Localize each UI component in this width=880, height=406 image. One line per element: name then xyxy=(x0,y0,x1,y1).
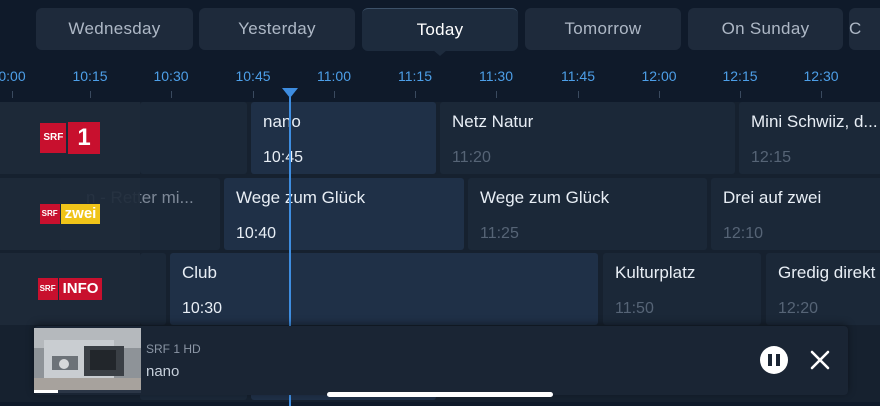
program-time: 11:25 xyxy=(480,225,519,242)
pause-button[interactable] xyxy=(760,346,788,374)
srf-logo-text: SRF xyxy=(37,278,58,300)
time-label: 0:00 xyxy=(0,68,26,84)
srfinfo-logo: SRF INFO xyxy=(37,278,103,300)
tab-wednesday[interactable]: Wednesday xyxy=(36,8,193,50)
srf-logo-text: SRF xyxy=(39,204,60,224)
zwei-logo-word: zwei xyxy=(60,204,101,224)
program-title: nano xyxy=(263,112,301,131)
program-cell-current[interactable]: nano 10:45 xyxy=(251,102,436,174)
pause-icon xyxy=(766,354,782,366)
time-label: 11:15 xyxy=(398,68,432,84)
srf-logo-numeral: 1 xyxy=(68,122,100,154)
tick xyxy=(659,91,660,98)
close-button[interactable] xyxy=(808,348,832,372)
srf1-logo: SRF 1 xyxy=(40,122,100,154)
tick xyxy=(578,91,579,98)
channel-logo-srfinfo[interactable]: SRF INFO xyxy=(0,253,140,325)
time-label: 11:00 xyxy=(317,68,351,84)
program-cell[interactable]: Netz Natur 11:20 xyxy=(440,102,735,174)
progress-fill xyxy=(34,390,58,393)
program-title: Netz Natur xyxy=(452,112,534,131)
program-time: 10:30 xyxy=(182,300,223,317)
tick xyxy=(171,91,172,98)
program-time: 12:15 xyxy=(751,149,792,166)
mini-player-title: nano xyxy=(146,363,180,380)
tick xyxy=(415,91,416,98)
srfzwei-logo: SRF zwei xyxy=(39,204,101,224)
program-title: Wege zum Glück xyxy=(236,188,366,207)
program-time: 11:20 xyxy=(452,149,491,166)
time-label: 12:30 xyxy=(803,68,839,84)
program-cell-current[interactable]: Club 10:30 xyxy=(170,253,598,325)
time-label: 12:15 xyxy=(722,68,758,84)
program-time: 12:20 xyxy=(778,300,819,317)
tab-today[interactable]: Today xyxy=(362,8,518,51)
mini-player-channel: SRF 1 HD xyxy=(146,342,201,356)
time-label: 12:00 xyxy=(641,68,677,84)
tick xyxy=(253,91,254,98)
program-cell[interactable]: Drei auf zwei 12:10 xyxy=(711,178,880,250)
close-icon xyxy=(810,350,830,370)
active-tab-indicator xyxy=(433,50,447,56)
srf-logo-text: SRF xyxy=(40,123,67,153)
tick xyxy=(334,91,335,98)
channel-logo-srf1[interactable]: SRF 1 xyxy=(0,102,140,174)
home-indicator xyxy=(327,392,553,397)
tick xyxy=(821,91,822,98)
program-cell[interactable]: Mini Schwiiz, d... 12:15 xyxy=(739,102,880,174)
program-cell[interactable]: Gredig direkt 12:20 xyxy=(766,253,880,325)
program-cell[interactable]: Kulturplatz 11:50 xyxy=(603,253,761,325)
channel-logo-srfzwei[interactable]: SRF zwei xyxy=(0,178,140,250)
tick xyxy=(496,91,497,98)
program-title: Mini Schwiiz, d... xyxy=(751,112,878,131)
tab-tomorrow[interactable]: Tomorrow xyxy=(525,8,681,50)
program-cell[interactable] xyxy=(140,102,247,174)
tab-yesterday[interactable]: Yesterday xyxy=(199,8,355,50)
program-title: Gredig direkt xyxy=(778,263,876,282)
tab-on-sunday[interactable]: On Sunday xyxy=(688,8,843,50)
program-time: 10:45 xyxy=(263,149,304,166)
time-label: 10:15 xyxy=(72,68,108,84)
time-label: 10:45 xyxy=(235,68,271,84)
tick xyxy=(740,91,741,98)
program-title: Drei auf zwei xyxy=(723,188,822,207)
info-logo-word: INFO xyxy=(58,278,103,300)
program-title: Club xyxy=(182,263,217,282)
video-thumbnail[interactable] xyxy=(34,328,141,393)
tick xyxy=(12,91,13,98)
program-time: 10:40 xyxy=(236,225,277,242)
mini-player[interactable]: SRF 1 HD nano xyxy=(34,326,848,395)
tick xyxy=(90,91,91,98)
program-title: Wege zum Glück xyxy=(480,188,610,207)
time-label: 11:30 xyxy=(479,68,513,84)
thumbnail-image xyxy=(34,328,141,393)
tab-partial-right[interactable]: C xyxy=(849,8,880,50)
program-time: 12:10 xyxy=(723,225,764,242)
program-cell-current[interactable]: Wege zum Glück 10:40 xyxy=(224,178,464,250)
tab-partial-label: C xyxy=(849,19,862,38)
time-label: 10:30 xyxy=(153,68,189,84)
program-cell[interactable]: Wege zum Glück 11:25 xyxy=(468,178,707,250)
program-title: Kulturplatz xyxy=(615,263,696,282)
program-time: 11:50 xyxy=(615,300,654,317)
time-label: 11:45 xyxy=(561,68,595,84)
program-cell[interactable] xyxy=(140,253,166,325)
